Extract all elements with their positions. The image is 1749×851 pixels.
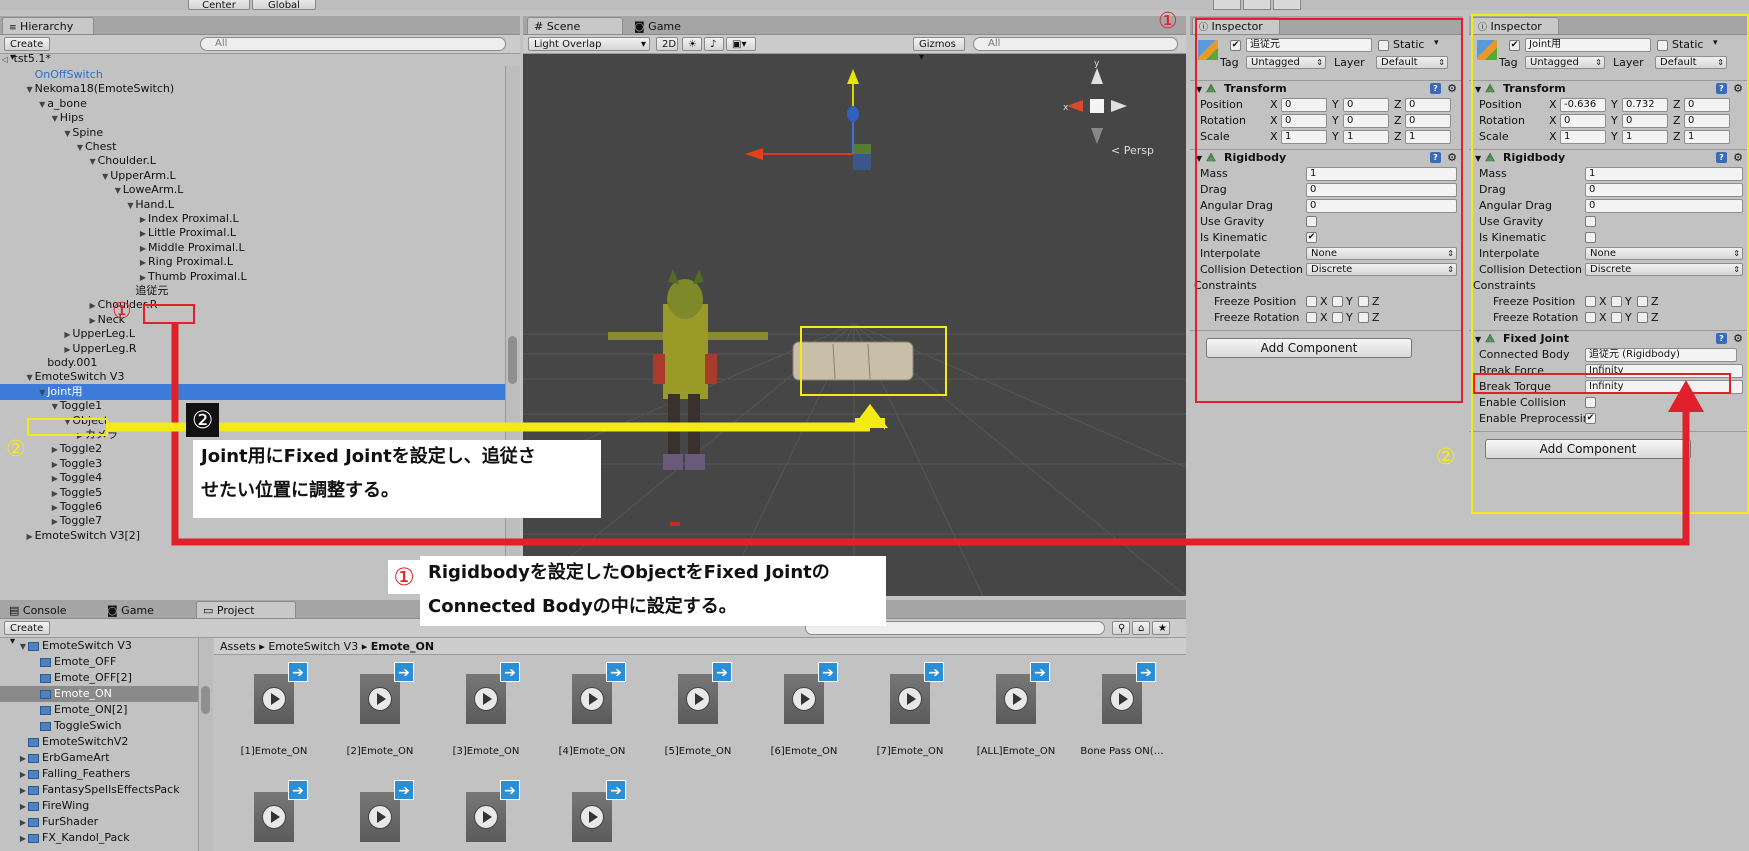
annotation-step2-badge: ② xyxy=(186,403,219,437)
annotation-arrows xyxy=(108,324,1704,546)
annotation-step2-callout: Joint用にFixed Jointを設定し、追従さ せたい位置に調整する。 xyxy=(193,440,601,518)
annotation-step1-badge: ① xyxy=(388,560,420,594)
annotation-step1-callout: Rigidbodyを設定したObjectをFixed Jointの Connec… xyxy=(420,556,886,626)
